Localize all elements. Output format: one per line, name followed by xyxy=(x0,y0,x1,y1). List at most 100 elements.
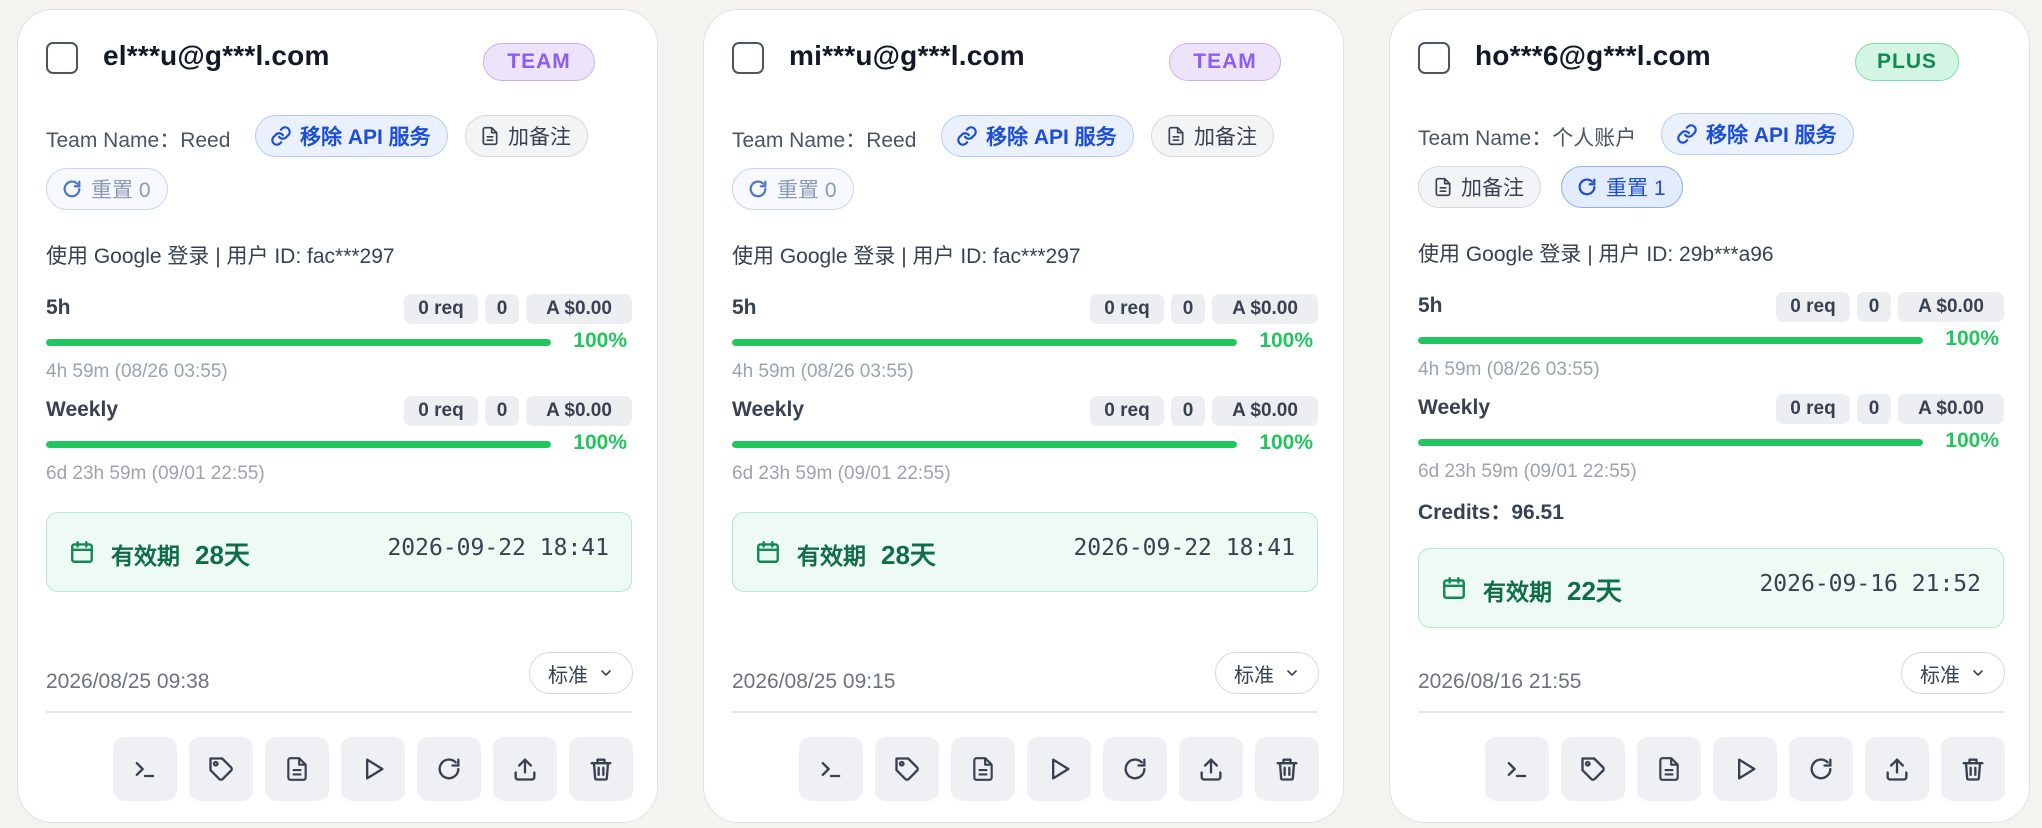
terminal-button[interactable] xyxy=(799,737,863,801)
refresh-button[interactable] xyxy=(417,737,481,801)
delete-button[interactable] xyxy=(1255,737,1319,801)
details-button[interactable] xyxy=(265,737,329,801)
link-icon xyxy=(957,126,977,146)
quota-weekly-reset: 6d 23h 59m (09/01 22:55) xyxy=(732,463,951,484)
document-icon xyxy=(482,126,498,146)
play-icon xyxy=(366,758,384,780)
reset-button[interactable]: 重置 0 xyxy=(46,168,168,210)
tag-button[interactable] xyxy=(189,737,253,801)
quota-weekly-req: 0 req xyxy=(1090,396,1164,426)
delete-button[interactable] xyxy=(1941,737,2005,801)
reset-button[interactable]: 重置 0 xyxy=(732,168,854,210)
login-info: 使用 Google 登录 | 用户 ID: fac***297 xyxy=(46,245,395,268)
tag-button[interactable] xyxy=(875,737,939,801)
tier-select-value: 标准 xyxy=(1234,664,1274,687)
tier-select[interactable]: 标准 xyxy=(1215,652,1319,694)
terminal-icon xyxy=(1507,762,1527,778)
quota-5h-req: 0 req xyxy=(1090,294,1164,324)
card-divider xyxy=(46,711,632,713)
refresh-icon xyxy=(63,180,81,198)
select-checkbox[interactable] xyxy=(46,42,78,74)
remove-api-button[interactable]: 移除 API 服务 xyxy=(1661,113,1854,155)
export-button[interactable] xyxy=(493,737,557,801)
validity-date: 2026-09-22 18:41 xyxy=(1073,535,1295,561)
quota-5h-percent: 100% xyxy=(1259,329,1313,352)
add-note-label: 加备注 xyxy=(1461,177,1524,200)
terminal-button[interactable] xyxy=(113,737,177,801)
refresh-icon xyxy=(1124,758,1146,780)
export-button[interactable] xyxy=(1865,737,1929,801)
select-checkbox[interactable] xyxy=(1418,42,1450,74)
tier-select[interactable]: 标准 xyxy=(1901,652,2005,694)
quota-weekly-label: Weekly xyxy=(732,398,804,421)
quota-5h-req: 0 req xyxy=(1776,292,1850,322)
tier-select-value: 标准 xyxy=(1920,664,1960,687)
add-note-label: 加备注 xyxy=(1194,126,1257,149)
quota-5h-cost: A $0.00 xyxy=(526,294,632,324)
tag-icon xyxy=(895,757,919,781)
remove-api-button[interactable]: 移除 API 服务 xyxy=(255,115,448,157)
link-icon xyxy=(271,126,291,146)
quota-weekly-count: 0 xyxy=(485,396,519,426)
export-button[interactable] xyxy=(1179,737,1243,801)
remove-api-button[interactable]: 移除 API 服务 xyxy=(941,115,1134,157)
quota-5h-progress xyxy=(732,339,1237,346)
refresh-icon xyxy=(438,758,460,780)
add-note-button[interactable]: 加备注 xyxy=(465,115,588,157)
quota-weekly-progress-fill xyxy=(732,441,1237,448)
plan-badge: TEAM xyxy=(1169,43,1281,81)
quota-5h-progress xyxy=(46,339,551,346)
quota-5h-count: 0 xyxy=(1857,292,1891,322)
play-icon xyxy=(1738,758,1756,780)
refresh-icon xyxy=(749,180,767,198)
select-checkbox[interactable] xyxy=(732,42,764,74)
credits-info: Credits：96.51 xyxy=(1418,501,1564,524)
reset-button[interactable]: 重置 1 xyxy=(1561,166,1683,208)
refresh-button[interactable] xyxy=(1789,737,1853,801)
quota-weekly-progress xyxy=(46,441,551,448)
details-button[interactable] xyxy=(1637,737,1701,801)
document-icon xyxy=(287,757,307,781)
team-name: Team Name：Reed xyxy=(732,129,917,152)
refresh-icon xyxy=(1810,758,1832,780)
refresh-button[interactable] xyxy=(1103,737,1167,801)
terminal-icon xyxy=(135,762,155,778)
play-button[interactable] xyxy=(341,737,405,801)
quota-5h-progress-fill xyxy=(732,339,1237,346)
account-card: mi***u@g***l.com TEAM Team Name：Reed 移除 … xyxy=(703,9,1344,823)
quota-5h-label: 5h xyxy=(1418,294,1443,317)
validity-box: 有效期 22天 2026-09-16 21:52 xyxy=(1418,548,2004,628)
created-date: 2026/08/16 21:55 xyxy=(1418,670,1582,693)
quota-weekly-percent: 100% xyxy=(573,431,627,454)
plan-badge: TEAM xyxy=(483,43,595,81)
play-button[interactable] xyxy=(1713,737,1777,801)
validity-label: 有效期 xyxy=(111,543,180,569)
quota-weekly-cost: A $0.00 xyxy=(526,396,632,426)
add-note-button[interactable]: 加备注 xyxy=(1151,115,1274,157)
quota-weekly-progress xyxy=(732,441,1237,448)
quota-weekly-reset: 6d 23h 59m (09/01 22:55) xyxy=(1418,461,1637,482)
chevron-down-icon xyxy=(1973,670,1983,677)
reset-label: 重置 0 xyxy=(91,179,151,202)
account-card: el***u@g***l.com TEAM Team Name：Reed 移除 … xyxy=(17,9,658,823)
upload-icon xyxy=(1200,758,1222,781)
document-icon xyxy=(1435,177,1451,197)
terminal-button[interactable] xyxy=(1485,737,1549,801)
validity-date: 2026-09-16 21:52 xyxy=(1759,571,1981,597)
tag-button[interactable] xyxy=(1561,737,1625,801)
quota-weekly-label: Weekly xyxy=(1418,396,1490,419)
quota-weekly-req: 0 req xyxy=(1776,394,1850,424)
details-button[interactable] xyxy=(951,737,1015,801)
quota-5h-label: 5h xyxy=(46,296,71,319)
tier-select[interactable]: 标准 xyxy=(529,652,633,694)
quota-5h-percent: 100% xyxy=(1945,327,1999,350)
validity-days: 28天 xyxy=(195,540,250,570)
quota-weekly-req: 0 req xyxy=(404,396,478,426)
remove-api-label: 移除 API 服务 xyxy=(1706,124,1837,147)
quota-5h-progress xyxy=(1418,337,1923,344)
quota-5h-cost: A $0.00 xyxy=(1212,294,1318,324)
tag-icon xyxy=(209,757,233,781)
add-note-button[interactable]: 加备注 xyxy=(1418,166,1541,208)
delete-button[interactable] xyxy=(569,737,633,801)
play-button[interactable] xyxy=(1027,737,1091,801)
